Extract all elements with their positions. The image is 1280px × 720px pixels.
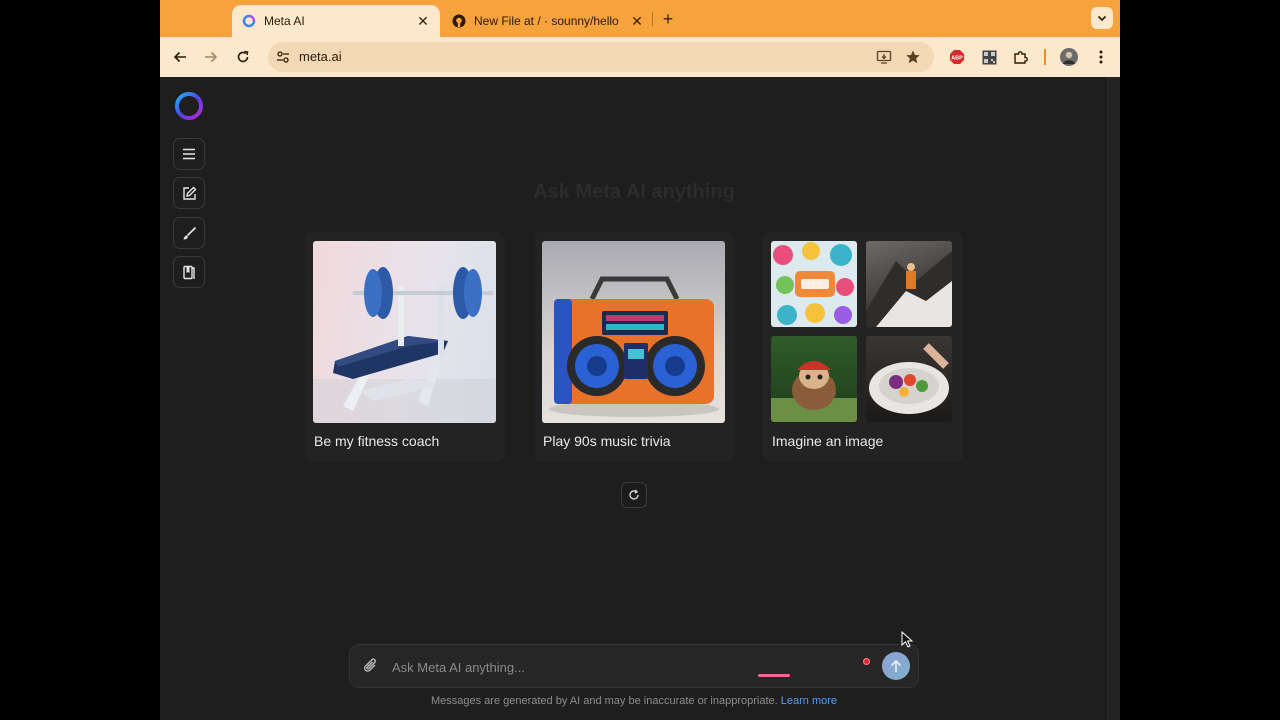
card-label: Be my fitness coach [314, 433, 440, 449]
tab-title: Meta AI [264, 14, 305, 28]
send-button[interactable] [882, 652, 910, 680]
chevron-down-icon [1097, 15, 1107, 22]
browser-menu-icon[interactable] [1091, 47, 1111, 67]
sidebar-item-library[interactable] [173, 256, 205, 288]
tab-separator [652, 12, 653, 26]
extensions-puzzle-icon[interactable] [1011, 47, 1031, 67]
disclaimer: Messages are generated by AI and may be … [160, 695, 1108, 707]
adblock-extension-icon[interactable]: ABP [947, 47, 967, 67]
tab-strip: Meta AI ✕ New File at / · sounny/hello ✕… [160, 0, 1120, 37]
back-button[interactable] [170, 47, 190, 67]
page-content: Ask Meta AI anything Be my fitness coach… [160, 77, 1120, 720]
card-label: Imagine an image [772, 433, 884, 449]
url-text: meta.ai [299, 49, 342, 64]
tab-search-button[interactable] [1091, 7, 1113, 29]
attach-paperclip-icon[interactable] [361, 656, 381, 676]
reload-icon [237, 50, 249, 63]
hamburger-icon [183, 148, 195, 160]
tab-github[interactable]: New File at / · sounny/hello ✕ [442, 5, 654, 37]
close-tab-icon[interactable]: ✕ [414, 12, 432, 30]
svg-text:ABP: ABP [951, 56, 963, 62]
suggestion-card-imagine[interactable]: Imagine an image [763, 232, 963, 462]
back-arrow-icon [173, 51, 186, 63]
boombox-image [542, 241, 725, 423]
forward-arrow-icon [205, 51, 218, 63]
browser-window: Meta AI ✕ New File at / · sounny/hello ✕… [160, 0, 1120, 720]
mountain-climber-image [866, 241, 952, 327]
tab-meta-ai[interactable]: Meta AI ✕ [232, 5, 440, 37]
suggestion-card-fitness[interactable]: Be my fitness coach [305, 232, 505, 462]
tab-title: New File at / · sounny/hello [474, 14, 619, 28]
input-indicator [758, 674, 790, 677]
refresh-suggestions-button[interactable] [621, 482, 647, 508]
site-settings-icon[interactable] [276, 50, 290, 69]
bookmark-star-icon[interactable] [905, 49, 921, 70]
close-tab-icon[interactable]: ✕ [628, 12, 646, 30]
meta-ai-favicon [242, 14, 256, 28]
food-plate-image [866, 336, 952, 422]
github-favicon [452, 14, 466, 28]
meta-ai-logo[interactable] [174, 91, 204, 121]
brush-icon [183, 226, 196, 239]
sloth-image [771, 336, 857, 422]
recording-dot [863, 658, 870, 665]
weight-bench-image [313, 241, 496, 423]
reload-button[interactable] [233, 47, 253, 67]
toolbar-separator [1044, 49, 1046, 65]
qr-code-extension-icon[interactable] [979, 47, 999, 67]
sidebar-item-menu[interactable] [173, 138, 205, 170]
card-label: Play 90s music trivia [543, 433, 671, 449]
birthday-stickers-image [771, 241, 857, 327]
forward-button[interactable] [201, 47, 221, 67]
browser-toolbar: meta.ai ABP [160, 37, 1120, 77]
suggestion-card-music-trivia[interactable]: Play 90s music trivia [534, 232, 734, 462]
install-app-icon[interactable] [876, 49, 892, 70]
message-composer [349, 644, 919, 688]
address-bar[interactable]: meta.ai [268, 42, 934, 72]
sidebar-item-imagine[interactable] [173, 217, 205, 249]
page-heading: Ask Meta AI anything [533, 181, 735, 203]
new-tab-button[interactable]: + [658, 9, 678, 29]
message-input[interactable] [390, 655, 814, 679]
page-scrollbar[interactable] [1107, 77, 1120, 720]
book-icon [183, 265, 195, 279]
disclaimer-text: Messages are generated by AI and may be … [430, 695, 778, 707]
arrow-up-icon [890, 659, 902, 672]
learn-more-link[interactable]: Learn more [781, 695, 837, 707]
refresh-icon [629, 489, 639, 500]
profile-avatar[interactable] [1059, 47, 1079, 67]
mouse-cursor-icon [901, 631, 914, 648]
